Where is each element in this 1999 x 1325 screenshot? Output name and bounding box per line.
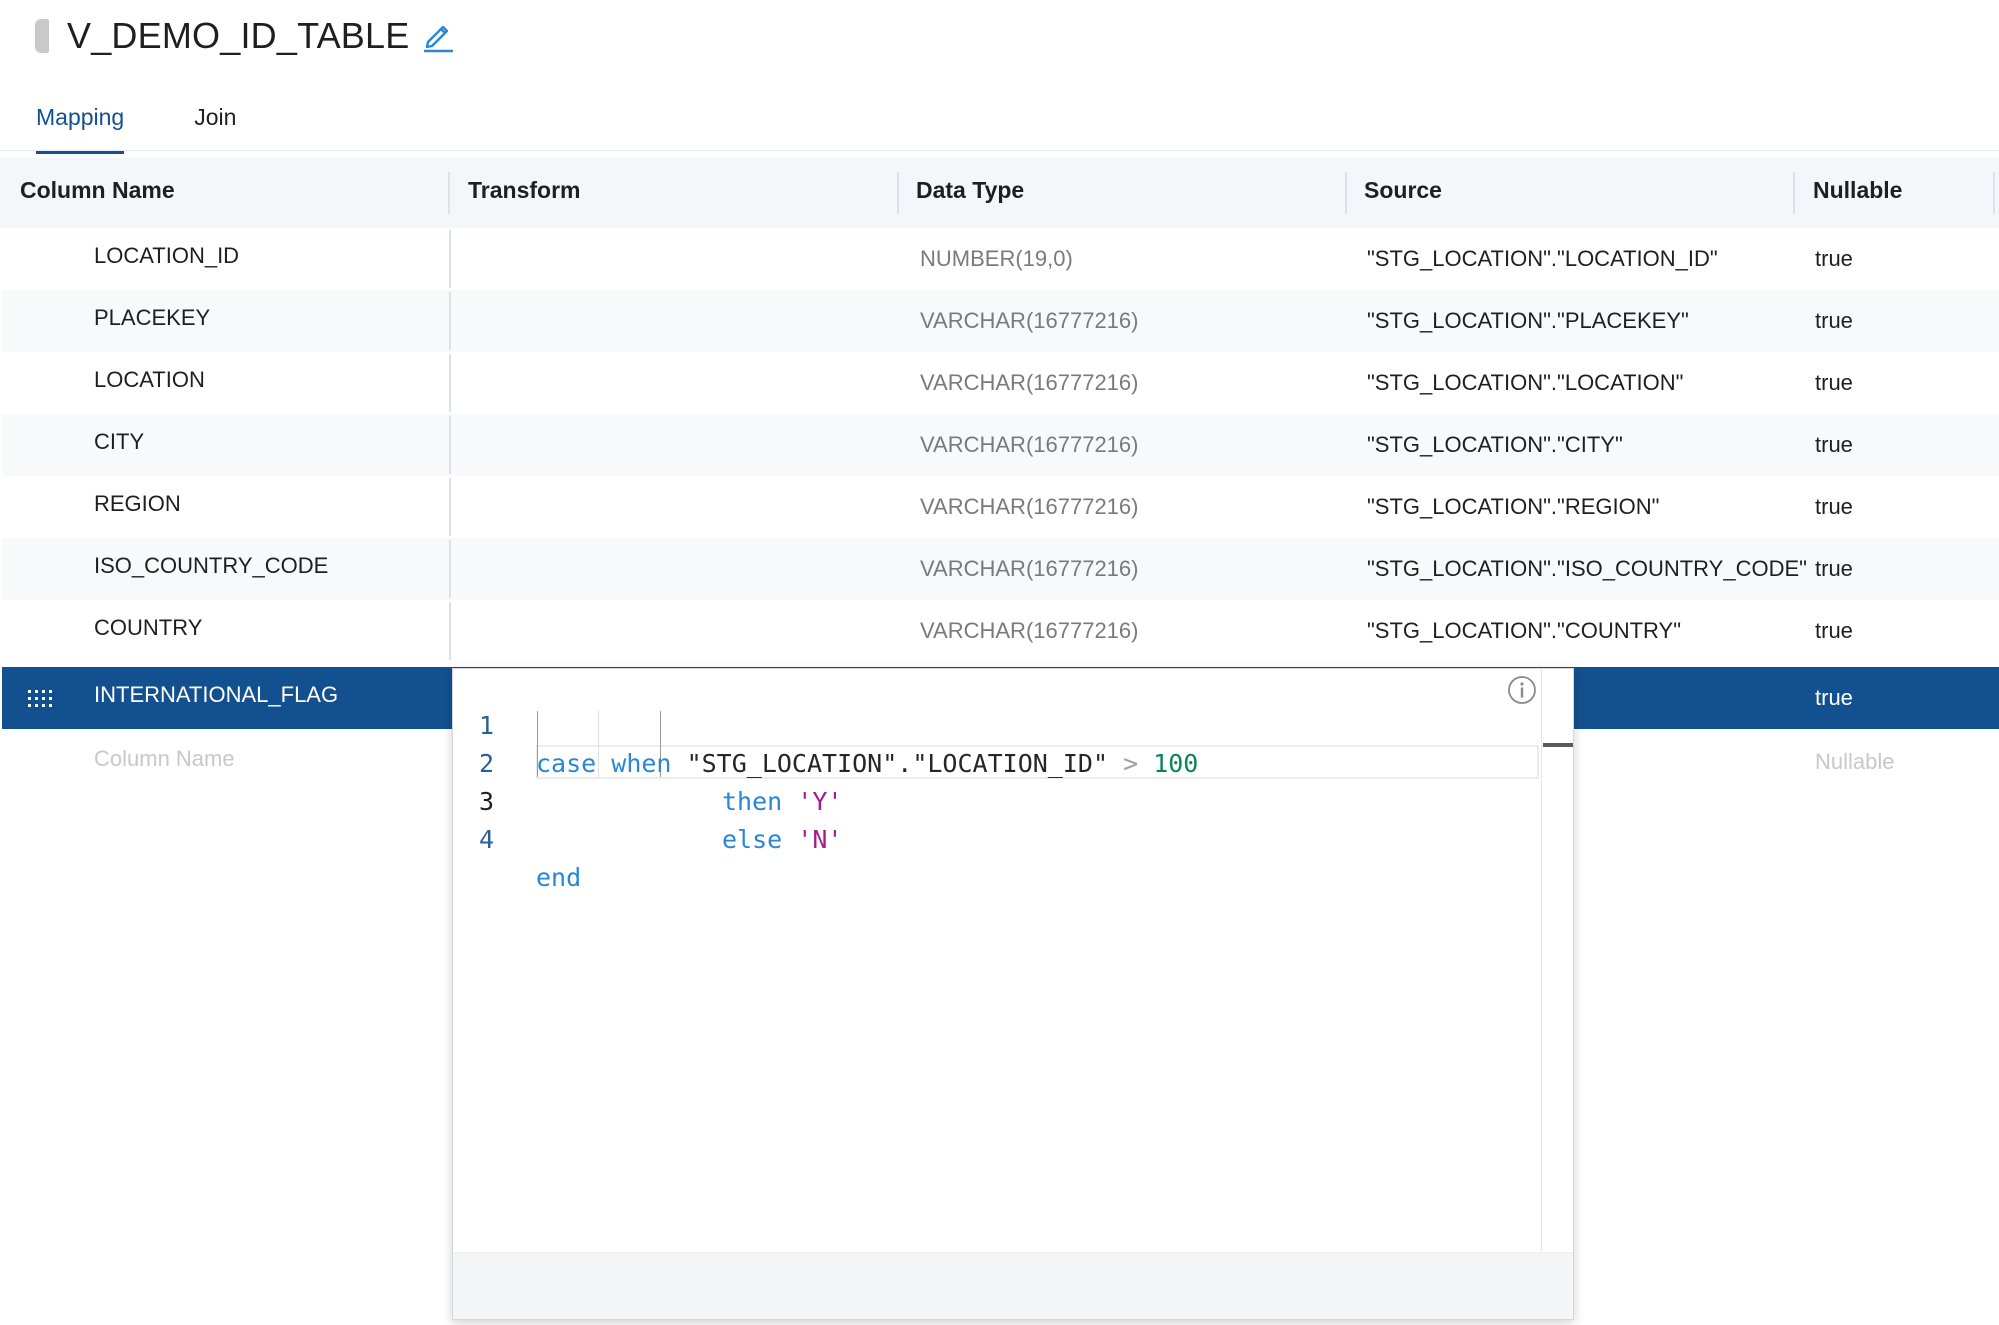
data-type-cell[interactable]: VARCHAR(16777216) [920,352,1138,414]
column-resize-handle[interactable] [448,172,450,214]
nullable-cell[interactable]: true [1815,290,1853,352]
code-line[interactable]: 3 else 'N' [453,745,1541,854]
table-row[interactable]: COUNTRY VARCHAR(16777216) "STG_LOCATION"… [2,600,1999,662]
title-bar: V_DEMO_ID_TABLE [35,12,455,60]
header-column-name[interactable]: Column Name [20,158,175,228]
code-line[interactable]: 1 case when "STG_LOCATION"."LOCATION_ID"… [453,669,1541,778]
source-cell[interactable]: "STG_LOCATION"."PLACEKEY" [1367,290,1689,352]
table-row[interactable]: LOCATION VARCHAR(16777216) "STG_LOCATION… [2,352,1999,414]
info-icon[interactable] [1507,675,1537,705]
code-line[interactable]: 4 end [453,783,1541,892]
edit-pencil-icon[interactable] [421,18,455,54]
column-name-cell[interactable]: LOCATION [94,349,205,411]
nullable-cell[interactable]: true [1815,538,1853,600]
new-nullable-input[interactable]: Nullable [1815,731,1895,793]
header-nullable[interactable]: Nullable [1813,158,1902,228]
column-divider [449,354,451,412]
source-cell[interactable]: "STG_LOCATION"."CITY" [1367,414,1623,476]
editor-scrollbar-thumb[interactable] [1543,743,1573,747]
column-name-cell[interactable]: COUNTRY [94,597,202,659]
column-divider [449,416,451,474]
source-cell[interactable]: "STG_LOCATION"."ISO_COUNTRY_CODE" [1367,538,1807,600]
nullable-cell[interactable]: true [1815,352,1853,414]
column-name-cell[interactable]: REGION [94,473,181,535]
tab-join[interactable]: Join [194,98,236,150]
column-resize-handle[interactable] [897,172,899,214]
tab-bar: Mapping Join [36,98,306,154]
tab-mapping[interactable]: Mapping [36,98,125,154]
column-resize-handle[interactable] [1993,172,1995,214]
code-line[interactable]: 2 then 'Y' [453,707,1541,816]
nullable-cell[interactable]: true [1815,228,1853,290]
nullable-cell[interactable]: true [1815,600,1853,662]
source-cell[interactable]: "STG_LOCATION"."COUNTRY" [1367,600,1681,662]
column-name-cell[interactable]: LOCATION_ID [94,225,239,287]
data-type-cell[interactable]: VARCHAR(16777216) [920,414,1138,476]
keyword-token: end [536,863,582,892]
column-name-cell[interactable]: INTERNATIONAL_FLAG [94,664,338,726]
header-source[interactable]: Source [1364,158,1442,228]
transform-code-editor[interactable]: 1 case when "STG_LOCATION"."LOCATION_ID"… [452,668,1574,1320]
keyword-token: else [722,825,783,854]
tabs-divider [0,150,1999,151]
string-literal-token: 'N' [797,825,843,854]
source-cell[interactable]: "STG_LOCATION"."LOCATION_ID" [1367,228,1718,290]
data-type-cell[interactable]: VARCHAR(16777216) [920,538,1138,600]
column-resize-handle[interactable] [1793,172,1795,214]
column-divider [449,540,451,598]
table-row[interactable]: ISO_COUNTRY_CODE VARCHAR(16777216) "STG_… [2,538,1999,600]
table-row[interactable]: CITY VARCHAR(16777216) "STG_LOCATION"."C… [2,414,1999,476]
table-row[interactable]: PLACEKEY VARCHAR(16777216) "STG_LOCATION… [2,290,1999,352]
nullable-cell[interactable]: true [1815,414,1853,476]
line-number: 4 [479,825,495,854]
column-name-cell[interactable]: ISO_COUNTRY_CODE [94,535,328,597]
column-divider [449,230,451,288]
page-title: V_DEMO_ID_TABLE [67,15,410,56]
nullable-cell[interactable]: true [1815,667,1853,729]
column-name-cell[interactable]: CITY [94,411,144,473]
table-row[interactable]: REGION VARCHAR(16777216) "STG_LOCATION".… [2,476,1999,538]
editor-footer [453,1252,1573,1319]
column-divider [449,478,451,536]
data-type-cell[interactable]: VARCHAR(16777216) [920,290,1138,352]
drag-handle-icon[interactable] [28,688,54,708]
editor-scrollbar-track[interactable] [1541,669,1542,1251]
source-cell[interactable]: "STG_LOCATION"."LOCATION" [1367,352,1683,414]
header-transform[interactable]: Transform [468,158,580,228]
column-divider [449,292,451,350]
table-row[interactable]: LOCATION_ID NUMBER(19,0) "STG_LOCATION".… [2,228,1999,290]
nullable-cell[interactable]: true [1815,476,1853,538]
data-type-cell[interactable]: VARCHAR(16777216) [920,476,1138,538]
data-type-cell[interactable]: NUMBER(19,0) [920,228,1073,290]
column-name-cell[interactable]: PLACEKEY [94,287,210,349]
data-type-cell[interactable]: VARCHAR(16777216) [920,600,1138,662]
table-header: Column Name Transform Data Type Source N… [0,158,1999,228]
source-cell[interactable]: "STG_LOCATION"."REGION" [1367,476,1659,538]
header-data-type[interactable]: Data Type [916,158,1024,228]
table-icon [35,19,49,53]
new-column-name-input[interactable]: Column Name [94,728,235,790]
column-divider [449,602,451,660]
column-resize-handle[interactable] [1345,172,1347,214]
